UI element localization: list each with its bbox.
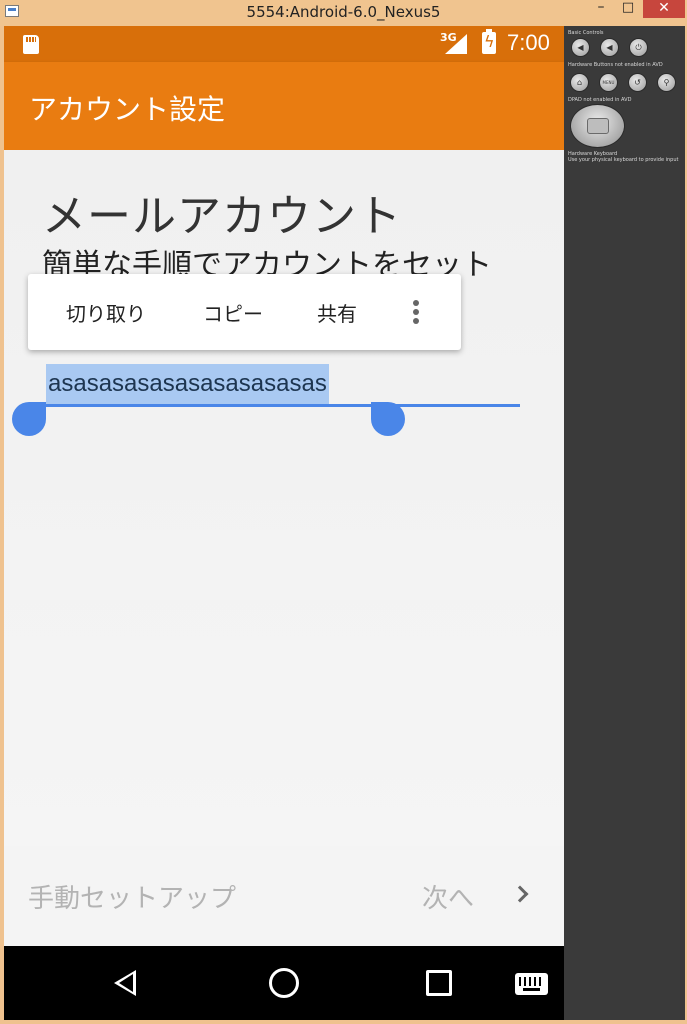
selection-handle-end[interactable] [371, 402, 405, 436]
cut-menu-item[interactable]: 切り取り [66, 298, 146, 327]
navigation-bar [4, 946, 564, 1020]
sd-card-icon [23, 35, 39, 54]
volume-down-button[interactable]: ◀ [571, 38, 590, 57]
volume-up-button[interactable]: ◀ [600, 38, 619, 57]
back-hw-button[interactable]: ↺ [628, 73, 647, 92]
window-bottom-border [0, 1020, 687, 1024]
hardware-keyboard-hint: Use your physical keyboard to provide in… [568, 157, 679, 163]
emulator-window: 5554:Android-6.0_Nexus5 – □ ✕ 3G 7:00 アカ… [0, 0, 687, 1024]
section-heading: メールアカウント [42, 191, 402, 242]
maximize-button[interactable]: □ [615, 1, 641, 17]
window-title: 5554:Android-6.0_Nexus5 [246, 3, 441, 21]
main-content: メールアカウント 簡単な手順でアカウントをセット asasasasasasasa… [4, 150, 564, 846]
page-title: アカウント設定 [29, 93, 226, 126]
text-selection-menu: 切り取り コピー 共有 [28, 274, 461, 350]
email-field-underline [46, 404, 520, 407]
selection-handle-start[interactable] [12, 402, 46, 436]
dpad-center-button[interactable] [587, 118, 609, 134]
menu-hw-label: MENU [602, 80, 615, 85]
battery-charging-icon [482, 29, 496, 54]
minimize-button[interactable]: – [589, 0, 613, 17]
dpad-control[interactable] [570, 104, 625, 148]
setup-button-bar: 手動セットアップ 次へ [4, 846, 564, 946]
home-hw-button[interactable]: ⌂ [570, 73, 589, 92]
back-icon[interactable] [114, 970, 136, 996]
overflow-menu-icon[interactable] [412, 300, 420, 326]
window-titlebar[interactable]: 5554:Android-6.0_Nexus5 – □ ✕ [0, 0, 687, 26]
home-icon[interactable] [269, 968, 299, 998]
app-bar: アカウント設定 [4, 62, 564, 150]
share-menu-item[interactable]: 共有 [317, 298, 357, 327]
dpad-label: DPAD not enabled in AVD [568, 97, 632, 103]
phone-screen: 3G 7:00 アカウント設定 メールアカウント 簡単な手順でアカウントをセット… [4, 26, 564, 1020]
email-field-selected-text[interactable]: asasasasasasasasasasas [46, 364, 329, 404]
menu-hw-button[interactable]: MENU [599, 73, 618, 92]
email-field[interactable]: asasasasasasasasasasas [46, 364, 520, 408]
keyboard-icon[interactable] [515, 973, 548, 995]
close-button[interactable]: ✕ [643, 0, 685, 18]
status-bar: 3G 7:00 [4, 26, 564, 62]
status-clock: 7:00 [507, 30, 550, 55]
emulator-control-panel: Basic Controls ◀ ◀ ⏻ Hardware Buttons no… [564, 26, 685, 1020]
search-hw-button[interactable]: ⚲ [657, 73, 676, 92]
manual-setup-button[interactable]: 手動セットアップ [28, 878, 236, 915]
copy-menu-item[interactable]: コピー [203, 298, 263, 327]
hardware-buttons-label: Hardware Buttons not enabled in AVD [568, 62, 663, 68]
power-button[interactable]: ⏻ [629, 38, 648, 57]
chevron-right-icon[interactable] [511, 885, 529, 903]
basic-controls-label: Basic Controls [568, 30, 604, 36]
signal-icon [445, 34, 467, 54]
recents-icon[interactable] [426, 970, 452, 996]
next-button[interactable]: 次へ [422, 878, 474, 915]
